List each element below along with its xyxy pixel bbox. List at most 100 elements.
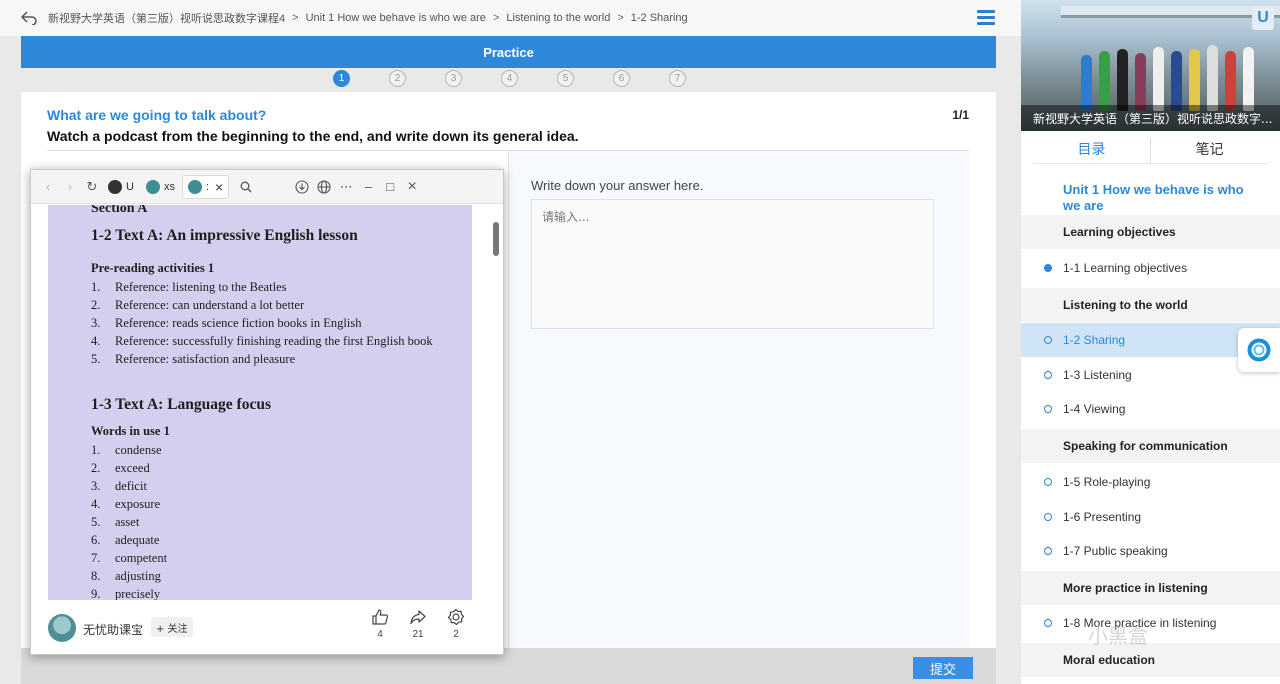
close-icon[interactable]: × [401, 176, 423, 198]
more-icon[interactable]: ⋯ [335, 176, 357, 198]
doc-heading-1: 1-2 Text A: An impressive English lesson [91, 227, 358, 244]
answer-pane: Write down your answer here. [509, 151, 969, 648]
cover-person [1081, 55, 1092, 111]
progress-dot-icon [1044, 547, 1052, 555]
question-count: 1/1 [952, 108, 969, 122]
top-bar: 新视野大学英语（第三版）视听说思政数字课程4 > Unit 1 How we b… [0, 0, 1021, 36]
breadcrumb-course[interactable]: 新视野大学英语（第三版）视听说思政数字课程4 [48, 10, 285, 26]
submit-button[interactable]: 提交 [913, 657, 973, 679]
cover-person [1243, 47, 1254, 111]
list-item: 2. exceed [91, 461, 150, 475]
sidebar-item-label: 1-3 Listening [1063, 368, 1132, 382]
assistant-ring-icon [1247, 338, 1271, 362]
sidebar-item-1-1[interactable]: 1-1 Learning objectives [1021, 251, 1280, 285]
list-item: 8. adjusting [91, 569, 161, 583]
minimize-icon[interactable]: – [357, 176, 379, 198]
breadcrumb-unit[interactable]: Unit 1 How we behave is who we are [306, 12, 486, 24]
collect-button[interactable]: 2 [444, 608, 468, 640]
site-icon [145, 179, 160, 194]
sidebar-item-1-4[interactable]: 1-4 Viewing [1021, 392, 1280, 426]
site-icon [187, 179, 202, 194]
avatar[interactable] [48, 614, 76, 642]
sidebar-tabs: 目录 笔记 [1033, 138, 1268, 164]
tab-contents[interactable]: 目录 [1033, 138, 1150, 163]
browser-tab-1[interactable]: U [103, 175, 139, 199]
floating-browser-window: ‹ › ↻ U xs : × ⋯ – □ × Section A 1-2 Tex… [30, 169, 504, 655]
author-name[interactable]: 无忧助课宝 [83, 621, 143, 638]
breadcrumb-section[interactable]: Listening to the world [506, 12, 610, 24]
download-icon[interactable] [291, 176, 313, 198]
cover-person [1171, 51, 1182, 111]
sidebar-section-more-practice[interactable]: More practice in listening [1021, 571, 1280, 605]
list-item: 5. Reference: satisfaction and pleasure [91, 352, 296, 366]
progress-dot-icon [1044, 405, 1052, 413]
maximize-icon[interactable]: □ [379, 176, 401, 198]
practice-header: Practice [21, 36, 996, 68]
step-3[interactable]: 3 [445, 70, 462, 87]
sidebar-item-1-8[interactable]: 1-8 More practice in listening [1021, 606, 1280, 640]
course-cover-image[interactable]: U 新视野大学英语（第三版）视听说思政数字... [1021, 0, 1280, 131]
doc-heading-2: 1-3 Text A: Language focus [91, 396, 271, 413]
step-1[interactable]: 1 [333, 70, 350, 87]
browser-tab-3[interactable]: : × [181, 174, 230, 199]
question-instruction: Watch a podcast from the beginning to th… [47, 128, 579, 144]
settings-icon [444, 608, 468, 628]
tab-label: xs [163, 180, 175, 193]
answer-document: Section A 1-2 Text A: An impressive Engl… [48, 205, 472, 600]
progress-dot-icon [1044, 371, 1052, 379]
sidebar-item-label: 1-2 Sharing [1063, 333, 1126, 347]
follow-button[interactable]: + 关注 [151, 617, 193, 637]
sidebar-section-learning-objectives[interactable]: Learning objectives [1021, 215, 1280, 249]
chevron-right-icon: > [292, 12, 299, 24]
list-item: 4. exposure [91, 497, 161, 511]
share-count: 21 [412, 629, 424, 640]
list-item: 7. competent [91, 551, 168, 565]
menu-icon[interactable] [977, 10, 995, 25]
progress-dot-icon [1044, 478, 1052, 486]
list-item: 1. condense [91, 443, 162, 457]
back-icon[interactable] [18, 7, 40, 29]
assistant-widget[interactable] [1238, 328, 1280, 372]
globe-icon[interactable] [313, 176, 335, 198]
browser-tab-2[interactable]: xs [141, 175, 180, 199]
sidebar-section-speaking[interactable]: Speaking for communication [1021, 429, 1280, 463]
cover-person [1189, 49, 1200, 111]
back-arrow-icon[interactable]: ‹ [37, 176, 59, 198]
cover-shelter [1061, 6, 1280, 18]
step-7[interactable]: 7 [669, 70, 686, 87]
scrollbar-thumb[interactable] [493, 222, 499, 256]
search-icon[interactable] [235, 176, 257, 198]
cover-person [1099, 51, 1110, 111]
github-icon [108, 179, 122, 194]
doc-section: Section A [91, 205, 148, 216]
step-4[interactable]: 4 [501, 70, 518, 87]
thumbs-up-icon [368, 608, 392, 628]
share-button[interactable]: 21 [406, 608, 430, 640]
tab-notes[interactable]: 笔记 [1150, 138, 1268, 163]
step-5[interactable]: 5 [557, 70, 574, 87]
refresh-icon[interactable]: ↻ [81, 176, 103, 198]
forward-arrow-icon[interactable]: › [59, 176, 81, 198]
step-2[interactable]: 2 [389, 70, 406, 87]
list-item: 1. Reference: listening to the Beatles [91, 280, 287, 294]
sidebar-item-1-5[interactable]: 1-5 Role-playing [1021, 465, 1280, 499]
progress-dot-icon [1044, 619, 1052, 627]
like-count: 4 [377, 629, 383, 640]
list-item: 6. adequate [91, 533, 160, 547]
share-icon [406, 608, 430, 628]
answer-input[interactable] [531, 199, 934, 329]
close-tab-icon[interactable]: × [215, 179, 223, 195]
progress-dot-icon [1044, 336, 1052, 344]
doc-subheading-1: Pre-reading activities 1 [91, 261, 215, 275]
sidebar-section-moral-education[interactable]: Moral education [1021, 643, 1280, 677]
like-button[interactable]: 4 [368, 608, 392, 640]
sidebar-section-listening[interactable]: Listening to the world [1021, 288, 1280, 322]
progress-dot-icon [1044, 264, 1052, 272]
step-6[interactable]: 6 [613, 70, 630, 87]
unit-title[interactable]: Unit 1 How we behave is who we are [1063, 182, 1253, 214]
sidebar-item-1-6[interactable]: 1-6 Presenting [1021, 500, 1280, 534]
breadcrumb-current[interactable]: 1-2 Sharing [631, 12, 688, 24]
sidebar-item-1-7[interactable]: 1-7 Public speaking [1021, 534, 1280, 568]
sidebar-item-label: 1-4 Viewing [1063, 402, 1126, 416]
doc-subheading-2: Words in use 1 [91, 424, 170, 438]
